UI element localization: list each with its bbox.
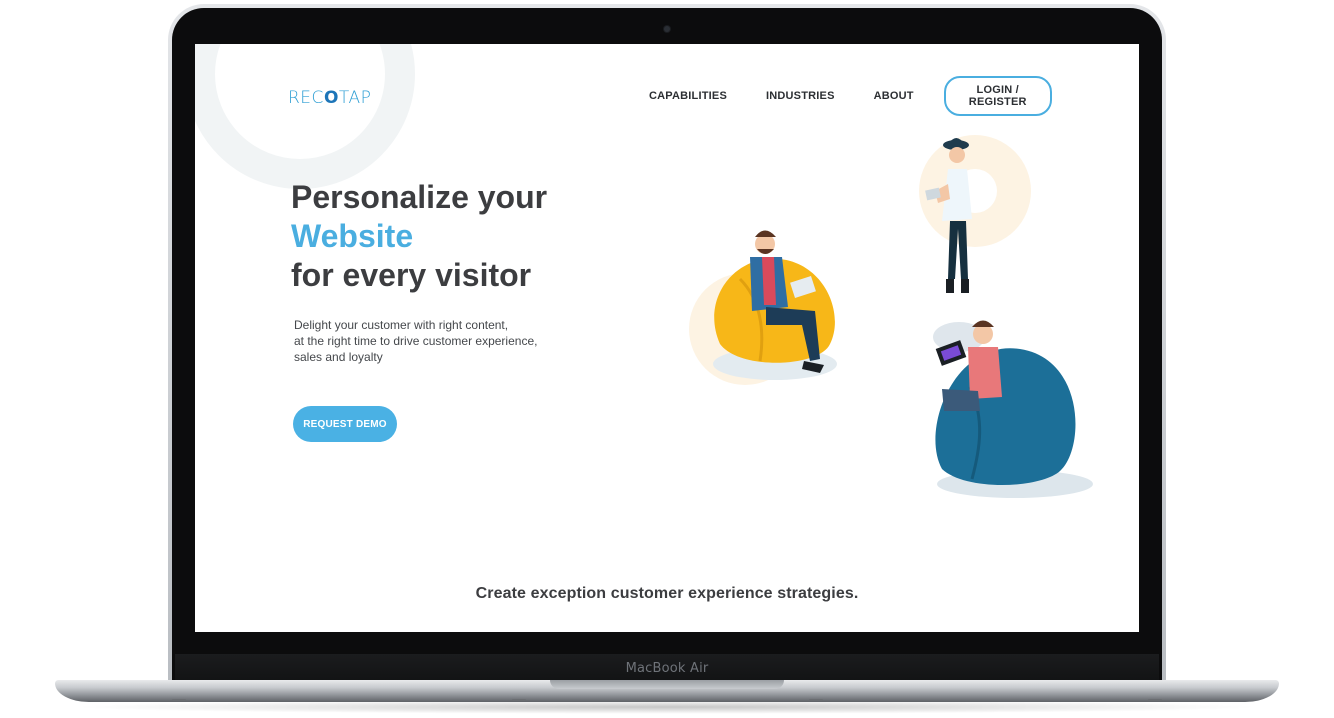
laptop-shadow (70, 700, 1264, 714)
laptop-foot (172, 699, 186, 701)
hero-title: Personalize your Website for every visit… (291, 178, 547, 295)
logo-pin-icon: O (323, 88, 339, 108)
request-demo-button[interactable]: REQUEST DEMO (293, 406, 397, 442)
hero-title-line3: for every visitor (291, 257, 532, 293)
laptop-hinge-notch (550, 680, 784, 689)
nav-about[interactable]: ABOUT (874, 90, 914, 102)
logo-prefix: REC (288, 88, 324, 108)
site-logo[interactable]: RECOTAP (288, 88, 371, 108)
hero-sub-line3: sales and loyalty (294, 350, 383, 364)
device-label: MacBook Air (625, 660, 709, 676)
laptop-chin: MacBook Air (175, 654, 1159, 682)
website-screen: RECOTAP CAPABILITIES INDUSTRIES ABOUT LO… (195, 44, 1139, 632)
laptop-foot (809, 699, 823, 701)
hero-sub-line2: at the right time to drive customer expe… (294, 334, 538, 348)
logo-suffix: TAP (338, 88, 372, 108)
tagline: Create exception customer experience str… (475, 585, 859, 602)
laptop-foot (512, 699, 526, 701)
hero-sub-line1: Delight your customer with right content… (294, 318, 509, 332)
webcam (664, 26, 670, 32)
man-blue-beanbag-figure (935, 320, 1093, 498)
hero-title-accent: Website (291, 218, 414, 254)
hero-illustration (689, 135, 1093, 498)
login-register-button[interactable]: LOGIN / REGISTER (943, 76, 1052, 116)
nav-industries[interactable]: INDUSTRIES (766, 90, 835, 102)
laptop-foot (1148, 699, 1162, 701)
nav-capabilities[interactable]: CAPABILITIES (649, 90, 727, 102)
man-yellow-beanbag-figure (713, 230, 837, 380)
decorative-ring (195, 44, 415, 189)
hero-title-line1: Personalize your (291, 179, 548, 215)
main-nav: CAPABILITIES INDUSTRIES ABOUT LOGIN / RE… (649, 76, 1052, 116)
hero-subtitle: Delight your customer with right content… (294, 317, 574, 365)
